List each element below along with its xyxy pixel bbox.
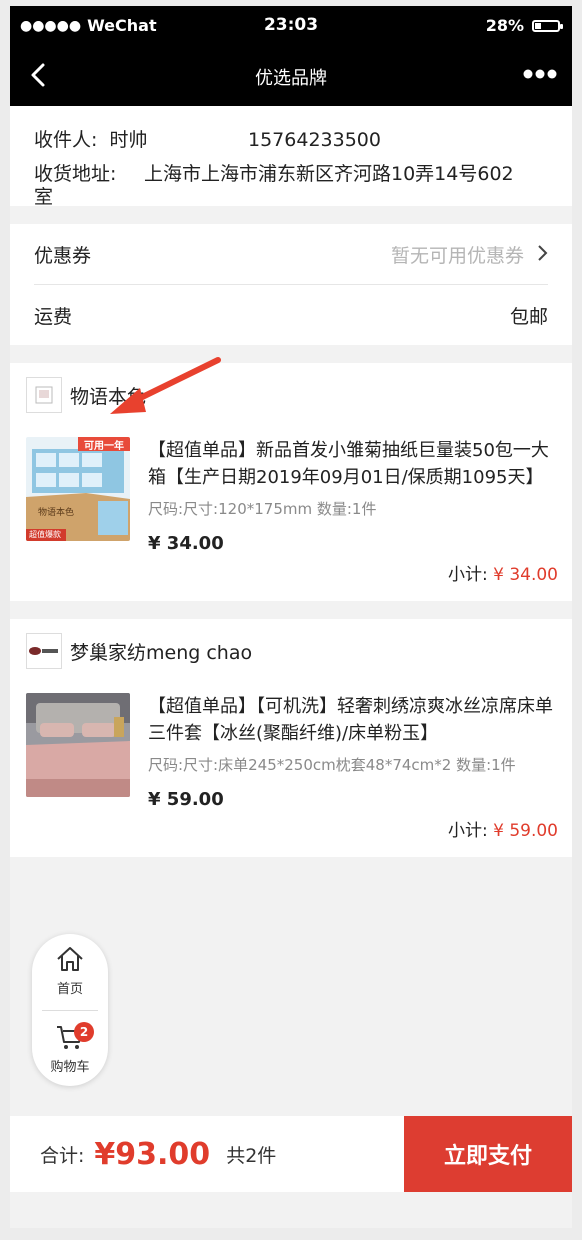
- shipping-label: 运费: [34, 305, 73, 328]
- shop-card: 梦巢家纺meng chao 【超值单品】【可机洗】轻奢刺绣凉爽冰丝凉席床单三件套…: [10, 619, 572, 857]
- item-price: ¥ 34.00: [148, 533, 224, 554]
- battery-icon: [532, 19, 563, 32]
- recipient-name: 时帅: [109, 129, 148, 151]
- total-label: 合计:: [40, 1144, 85, 1167]
- item-title: 【超值单品】【可机洗】轻奢刺绣凉爽冰丝凉席床单三件套【冰丝(聚酯纤维)/床单粉玉…: [148, 696, 553, 744]
- shop-name: 梦巢家纺meng chao: [70, 641, 253, 664]
- recipient-label: 收件人:: [34, 129, 98, 151]
- float-cart[interactable]: 购物车: [32, 1022, 108, 1075]
- pay-now-button[interactable]: 立即支付: [404, 1116, 572, 1192]
- shop-logo: [26, 377, 62, 413]
- status-bar: ●●●●● WeChat 23:03 28%: [10, 6, 572, 46]
- shop-card: 物语本色 可用一年 物语本色 超值爆款 【超值单品】新品首发小雏菊抽纸巨量装50…: [10, 363, 572, 601]
- subtotal-value: ¥ 59.00: [493, 821, 558, 841]
- battery-fill: [535, 22, 542, 29]
- product-image: [26, 693, 130, 797]
- thumb-box-text: 物语本色: [38, 508, 75, 518]
- item-info: 【超值单品】新品首发小雏菊抽纸巨量装50包一大箱【生产日期2019年09月01日…: [148, 437, 558, 554]
- item-price: ¥ 59.00: [148, 789, 224, 810]
- shop-logo: [26, 633, 62, 669]
- float-home[interactable]: 首页: [32, 944, 108, 997]
- address-label: 收货地址:: [34, 163, 117, 185]
- shipping-value: 包邮: [509, 305, 548, 328]
- battery-percent: 28%: [485, 16, 524, 35]
- coupon-row[interactable]: 优惠券 暂无可用优惠券: [10, 224, 572, 284]
- recipient-row: 收件人: 时帅 15764233500: [34, 126, 548, 154]
- coupon-value: 暂无可用优惠券: [390, 244, 524, 267]
- shipping-row: 运费 包邮: [34, 284, 548, 345]
- total-count: 共2件: [226, 1144, 277, 1167]
- recipient-phone: 15764233500: [248, 129, 381, 151]
- checkout-bar: 合计: ¥93.00 共2件 立即支付: [10, 1116, 572, 1192]
- divider: [42, 1010, 98, 1011]
- annotation-arrow: [110, 357, 221, 414]
- product-image: 可用一年 物语本色 超值爆款: [26, 437, 130, 541]
- address-card[interactable]: 收件人: 时帅 15764233500 收货地址: 上海市上海市浦东新区齐河路1…: [10, 106, 572, 208]
- subtotal-value: ¥ 34.00: [493, 565, 558, 585]
- total-amount: ¥93.00: [94, 1136, 211, 1172]
- order-item[interactable]: 【超值单品】【可机洗】轻奢刺绣凉爽冰丝凉席床单三件套【冰丝(聚酯纤维)/床单粉玉…: [10, 683, 572, 810]
- cart-label: 购物车: [50, 1060, 90, 1075]
- home-icon: [57, 947, 83, 971]
- item-title: 【超值单品】新品首发小雏菊抽纸巨量装50包一大箱【生产日期2019年09月01日…: [148, 440, 549, 488]
- cart-badge: 2: [74, 1022, 94, 1042]
- shop-header[interactable]: 物语本色: [10, 363, 572, 427]
- order-item[interactable]: 可用一年 物语本色 超值爆款 【超值单品】新品首发小雏菊抽纸巨量装50包一大箱【…: [10, 427, 572, 554]
- home-label: 首页: [56, 982, 83, 997]
- thumb-badge-bottom: 超值爆款: [29, 530, 61, 539]
- subtotal-label: 小计:: [447, 565, 488, 585]
- recipient: 收件人: 时帅: [34, 126, 248, 154]
- item-spec: 尺码:尺寸:120*175mm 数量:1件: [148, 500, 377, 518]
- address-line1: 上海市上海市浦东新区齐河路10弄14号602: [144, 163, 514, 185]
- options-card: 优惠券 暂无可用优惠券 运费 包邮: [10, 224, 572, 345]
- subtotal: 小计: ¥ 34.00: [10, 554, 572, 601]
- address-row: 收货地址: 上海市上海市浦东新区齐河路10弄14号602: [34, 162, 548, 186]
- thumb-badge-top: 可用一年: [84, 441, 124, 452]
- item-info: 【超值单品】【可机洗】轻奢刺绣凉爽冰丝凉席床单三件套【冰丝(聚酯纤维)/床单粉玉…: [148, 693, 558, 810]
- coupon-label: 优惠券: [34, 244, 92, 267]
- more-dots-icon[interactable]: [522, 62, 558, 93]
- page-title: 优选品牌: [255, 68, 327, 89]
- chevron-right-icon: [536, 243, 548, 267]
- phone-screen: ●●●●● WeChat 23:03 28% 优选品牌 收件人: 时帅 1576…: [10, 6, 572, 1228]
- subtotal-label: 小计:: [447, 821, 488, 841]
- floating-nav: 首页 购物车 2: [32, 934, 108, 1086]
- item-spec: 尺码:尺寸:床单245*250cm枕套48*74cm*2 数量:1件: [148, 756, 516, 774]
- address-line2: 室: [34, 186, 54, 208]
- nav-bar: 优选品牌: [10, 46, 572, 106]
- shop-header[interactable]: 梦巢家纺meng chao: [10, 619, 572, 683]
- status-right: 28%: [485, 16, 563, 35]
- subtotal: 小计: ¥ 59.00: [10, 810, 572, 857]
